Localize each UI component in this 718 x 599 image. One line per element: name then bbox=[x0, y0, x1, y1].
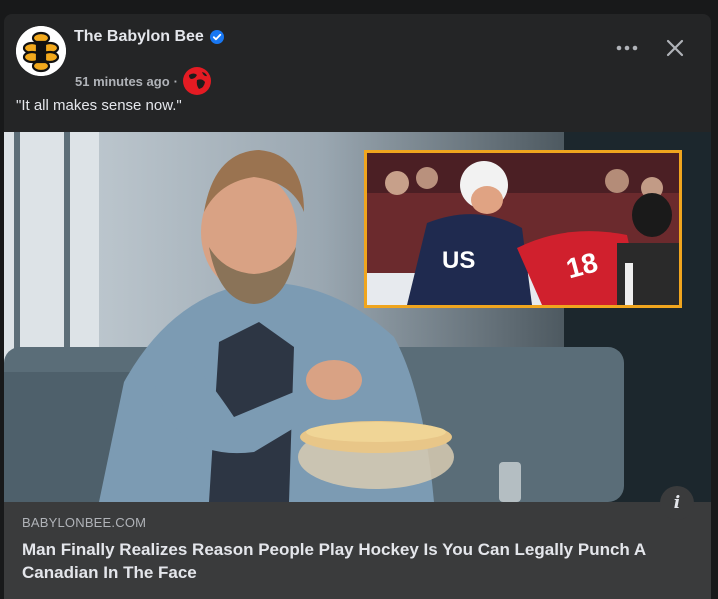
globe-icon bbox=[182, 67, 211, 95]
link-headline[interactable]: Man Finally Realizes Reason People Play … bbox=[22, 538, 682, 584]
post-caption: "It all makes sense now." bbox=[16, 97, 182, 114]
page-avatar[interactable] bbox=[16, 26, 66, 76]
page-name-row: The Babylon Bee bbox=[74, 28, 224, 46]
verified-badge-icon bbox=[209, 30, 224, 44]
post-image[interactable]: US 18 bbox=[4, 132, 711, 502]
more-horizontal-icon bbox=[616, 45, 638, 51]
page-name-link[interactable]: The Babylon Bee bbox=[74, 28, 204, 46]
close-post-button[interactable] bbox=[663, 36, 687, 60]
post-timestamp[interactable]: 51 minutes ago bbox=[75, 74, 170, 89]
info-icon: i bbox=[673, 493, 681, 513]
feed-post: The Babylon Bee 51 minutes ago · "It all… bbox=[4, 14, 711, 599]
hockey-fight-inset: US 18 bbox=[364, 150, 682, 308]
link-preview[interactable]: BABYLONBEE.COM Man Finally Realizes Reas… bbox=[4, 502, 711, 599]
svg-text:US: US bbox=[442, 247, 475, 274]
post-meta: 51 minutes ago · bbox=[75, 66, 212, 96]
meta-separator: · bbox=[173, 73, 178, 89]
more-options-button[interactable] bbox=[613, 36, 641, 60]
hockey-fight-photo: US 18 bbox=[367, 153, 679, 305]
babylon-bee-logo-icon bbox=[16, 26, 66, 76]
link-domain: BABYLONBEE.COM bbox=[22, 515, 147, 530]
close-icon bbox=[666, 39, 684, 57]
info-button[interactable]: i bbox=[660, 486, 694, 520]
